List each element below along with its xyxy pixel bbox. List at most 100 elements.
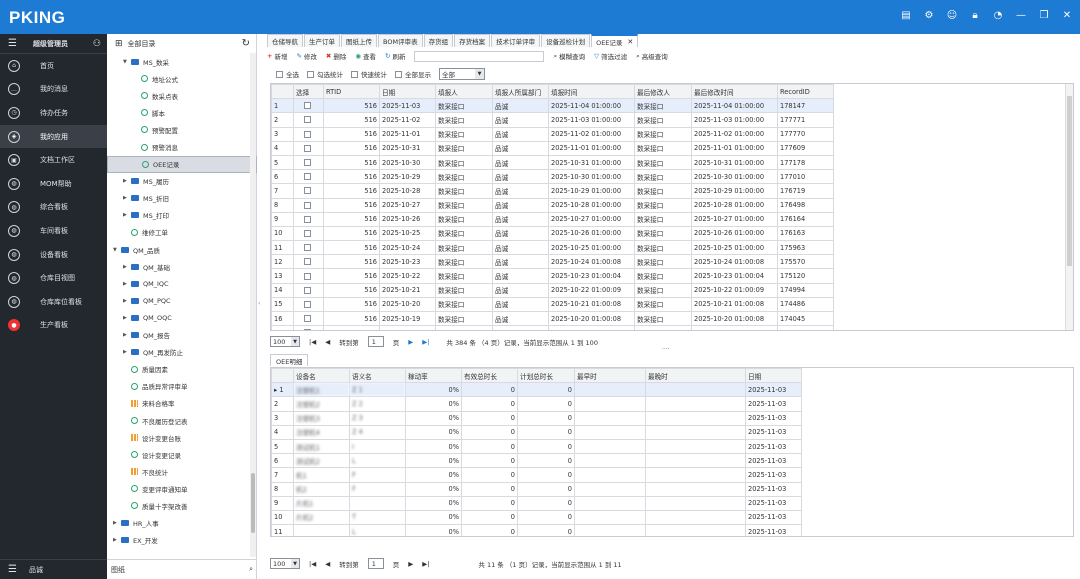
tab-item[interactable]: 生产订单 [304,34,340,47]
table-row[interactable]: 13 516 2025-10-22 数采接口 品诚 2025-10-23 01:00:04… [271,268,834,284]
org-icon[interactable]: ⚇ [93,39,101,49]
table-row[interactable]: 3 516 2025-11-01 数采接口 品诚 2025-11-02 01:00:00 数… [271,126,834,142]
column-header[interactable]: 选择 [293,84,324,100]
minimize-icon[interactable]: — [1014,8,1028,22]
tree-node[interactable]: ▶ QM_报告 [107,327,257,344]
column-header[interactable]: 最晚时 [645,368,746,384]
prev-page-icon[interactable]: ◀ [325,560,330,568]
refresh-button[interactable]: ↻ 刷新 [385,51,405,61]
table-row[interactable]: 11 516 2025-10-24 数采接口 品诚 2025-10-25 01:00:00… [271,240,834,256]
row-checkbox[interactable] [303,229,311,237]
table-row[interactable]: 10 516 2025-10-25 数采接口 品诚 2025-10-26 01:00:00… [271,225,834,242]
view-button[interactable]: ◉ 查看 [355,51,376,61]
nav-item[interactable]: ▣ 文档工作区 [0,148,107,172]
table-row[interactable]: 3 注塑机3 Z 3 0% 0 0 2025-11-03 [271,410,802,426]
column-header[interactable]: 日期 [745,368,802,384]
table-row[interactable]: 4 516 2025-10-31 数采接口 品诚 2025-11-01 01:00:00 数… [271,140,834,156]
select-cell[interactable] [293,296,324,313]
table-row[interactable]: 1 516 2025-11-03 数采接口 品诚 2025-11-04 01:00:00 数… [271,98,834,114]
check-stats-checkbox[interactable]: 勾选统计 [307,69,343,79]
tree-node[interactable]: 设计变更记录 [107,446,257,463]
last-page-icon[interactable]: ▶| [422,560,429,568]
chevron-right-icon[interactable]: ▶ [123,212,131,218]
chevron-right-icon[interactable]: ▶ [123,195,131,201]
tree-node[interactable]: ▶ HR_人事 [107,515,257,532]
scope-select[interactable]: 全部 ▼ [439,67,485,80]
tree-scrollbar[interactable] [250,53,256,557]
select-cell[interactable] [293,197,324,213]
row-checkbox[interactable] [303,286,311,294]
fuzzy-search-button[interactable]: ⌕ 模糊查询 [553,51,585,62]
tree-node[interactable]: 设计变更台账 [107,429,257,446]
tree-node[interactable]: ▼ MS_数采 [107,53,257,70]
row-checkbox[interactable] [303,329,311,330]
tab-item[interactable]: OEE记录 ✕ [591,34,639,47]
row-checkbox[interactable] [303,144,311,152]
tab-oee-detail[interactable]: OEE明细 [270,354,309,366]
table-row[interactable]: 14 516 2025-10-21 数采接口 品诚 2025-10-22 01:00:09… [271,282,834,298]
select-cell[interactable] [293,211,324,227]
nav-item[interactable]: ◍ 仓库库位看板 [0,290,107,314]
nav-item[interactable]: ◍ MOM帮助 [0,172,107,196]
splitter-handle[interactable]: ···· [662,346,670,353]
select-cell[interactable] [293,183,324,199]
column-header[interactable]: 最后修改时间 [691,84,778,100]
column-header[interactable]: RTID [323,84,380,100]
page-size-select[interactable]: 100 ▼ [270,558,300,569]
chevron-down-icon[interactable]: ▼ [123,59,131,65]
tree-node[interactable]: 不良履历登记表 [107,412,257,429]
user-settings-icon[interactable]: ⚙ [922,8,936,22]
select-cell[interactable] [293,154,324,171]
new-button[interactable]: + 新增 [267,51,287,61]
column-header[interactable]: 填报时间 [548,84,635,100]
select-cell[interactable] [293,325,324,330]
column-header[interactable]: RecordID [777,84,834,100]
select-cell[interactable] [293,268,324,284]
row-checkbox[interactable] [303,130,311,138]
nav-item[interactable]: … 我的消息 [0,78,107,102]
tree-node[interactable]: ▶ QM_基础 [107,258,257,275]
select-cell[interactable] [293,282,324,298]
chevron-right-icon[interactable]: ▶ [123,315,131,321]
tree-node[interactable]: ▼ QM_品质 [107,241,257,258]
tab-item[interactable]: 技术订单评审 [491,34,541,47]
restore-icon[interactable]: ❐ [1037,8,1051,22]
chevron-right-icon[interactable]: ▶ [113,537,121,543]
column-header[interactable]: 稼动率 [405,368,462,384]
tree-node[interactable]: 维修工单 [107,224,257,241]
grid-scrollbar[interactable] [1065,84,1073,330]
select-cell[interactable] [293,126,324,142]
search-input[interactable] [414,50,545,62]
doc-icon[interactable]: ▤ [899,8,913,22]
tree-node[interactable]: 质量十字架改善 [107,497,257,514]
lock-icon[interactable]: 🔒︎ [968,8,982,22]
tree-node[interactable]: ▶ QM_PQC [107,292,257,309]
table-row[interactable]: 11 L 0% 0 0 2025-11-03 [271,524,802,536]
tree-node[interactable]: 数采点表 [107,87,257,104]
tree-node[interactable]: 品质异常评审单 [107,378,257,395]
table-row[interactable]: 7 机1 F 0% 0 0 2025-11-03 [271,467,802,483]
page-input[interactable]: 1 [367,558,384,569]
table-row[interactable]: ▸ 1 注塑机1 Z 1 0% 0 0 2025-11-03 [271,382,802,398]
tree-node[interactable]: 预警配置 [107,121,257,138]
chevron-right-icon[interactable]: ▶ [123,349,131,355]
row-checkbox[interactable] [303,116,311,124]
nav-item[interactable]: ⌂ 首页 [0,54,107,78]
show-all-checkbox[interactable]: 全部显示 [395,69,431,79]
first-page-icon[interactable]: |◀ [309,338,316,346]
nav-item[interactable]: ◍ 设备看板 [0,243,107,267]
tree-node[interactable]: 脚本 [107,104,257,121]
select-all-checkbox[interactable]: 全选 [276,69,299,79]
tab-item[interactable]: 存货档案 [454,34,491,47]
chevron-right-icon[interactable]: ▶ [123,332,131,338]
table-row[interactable]: 175162025-10-18数采接口品诚2025-10-19 01:00:08… [271,325,834,330]
table-row[interactable]: 4 注塑机4 Z 4 0% 0 0 2025-11-03 [271,424,802,440]
select-cell[interactable] [293,140,324,156]
column-header[interactable]: 语义名 [349,368,406,384]
column-header[interactable]: 最后修改人 [634,84,692,100]
tree-node[interactable]: 变更评审通知单 [107,480,257,497]
row-checkbox[interactable] [303,201,311,209]
tree-node[interactable]: ▶ QM_OQC [107,309,257,326]
table-row[interactable]: 2 516 2025-11-02 数采接口 品诚 2025-11-03 01:00:00 数… [271,112,834,128]
next-page-icon[interactable]: ▶ [408,338,413,346]
